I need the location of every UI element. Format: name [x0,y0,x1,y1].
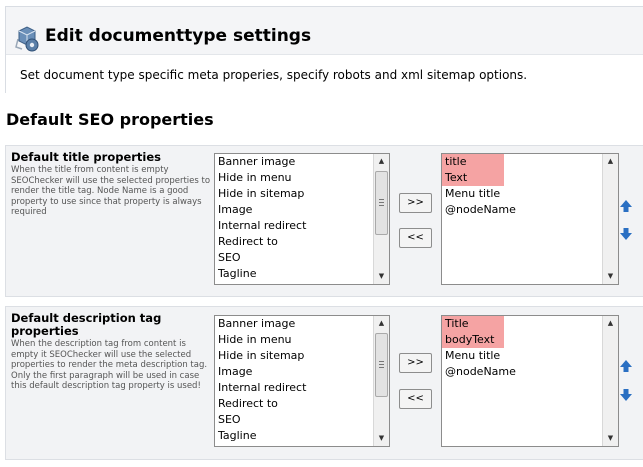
list-item[interactable]: Tagline [215,266,373,282]
list-item[interactable]: Redirect to [215,234,373,250]
list-item[interactable]: Internal redirect [215,218,373,234]
block-title: Default title properties [11,150,162,164]
scrollbar[interactable]: ▲ ▼ [602,154,618,284]
list-item[interactable]: Menu title [442,186,602,202]
page-header: Edit documenttype settings Set document … [5,6,643,93]
scrollbar[interactable]: ▲ ▼ [373,316,389,446]
scroll-down-icon[interactable]: ▼ [374,431,389,446]
list-item[interactable]: Hide in sitemap [215,186,373,202]
selected-properties-list[interactable]: title Text Menu title @nodeName ▲ ▼ [441,153,619,285]
block-title: Default description tag properties [11,311,162,338]
description-properties-block: Default description tag properties When … [5,306,643,460]
list-item[interactable]: Hide in sitemap [215,348,373,364]
list-item[interactable]: SEO [215,412,373,428]
list-item[interactable]: Image [215,364,373,380]
title-properties-block: Default title properties When the title … [5,145,643,297]
block-description: When the title from content is empty SEO… [11,165,211,217]
scrollbar[interactable]: ▲ ▼ [602,316,618,446]
page-title: Edit documenttype settings [45,26,312,46]
document-settings-icon [15,26,39,52]
list-item[interactable]: Internal redirect [215,380,373,396]
selected-properties-list[interactable]: Title bodyText Menu title @nodeName ▲ ▼ [441,315,619,447]
arrow-up-icon[interactable] [619,359,633,373]
list-item[interactable]: Hide in menu [215,332,373,348]
scroll-up-icon[interactable]: ▲ [603,154,618,169]
available-properties-list[interactable]: Banner image Hide in menu Hide in sitema… [214,315,390,447]
section-title: Default SEO properties [6,110,214,129]
available-properties-list[interactable]: Banner image Hide in menu Hide in sitema… [214,153,390,285]
list-item[interactable]: bodyText [442,332,504,348]
scroll-thumb[interactable] [375,171,388,235]
page-description: Set document type specific meta properie… [6,54,643,93]
list-item[interactable]: title [442,154,504,170]
list-item[interactable]: Banner image [215,154,373,170]
list-item[interactable]: Title [442,316,504,332]
scroll-down-icon[interactable]: ▼ [603,431,618,446]
list-item[interactable]: Text [442,170,504,186]
list-item[interactable]: Menu title [442,348,602,364]
scroll-down-icon[interactable]: ▼ [374,269,389,284]
arrow-down-icon[interactable] [619,227,633,241]
add-property-button[interactable]: >> [399,353,432,373]
scroll-up-icon[interactable]: ▲ [374,154,389,169]
scroll-up-icon[interactable]: ▲ [374,316,389,331]
list-item[interactable]: Hide in menu [215,170,373,186]
list-item[interactable]: @nodeName [442,202,602,218]
list-item[interactable]: Tagline [215,428,373,444]
list-item[interactable]: Image [215,202,373,218]
scroll-down-icon[interactable]: ▼ [603,269,618,284]
list-item[interactable]: Banner image [215,316,373,332]
scroll-up-icon[interactable]: ▲ [603,316,618,331]
scrollbar[interactable]: ▲ ▼ [373,154,389,284]
arrow-down-icon[interactable] [619,388,633,402]
remove-property-button[interactable]: << [399,228,432,248]
scroll-thumb[interactable] [375,333,388,397]
block-description: When the description tag from content is… [11,339,208,391]
list-item[interactable]: @nodeName [442,364,602,380]
remove-property-button[interactable]: << [399,389,432,409]
list-item[interactable]: Redirect to [215,396,373,412]
add-property-button[interactable]: >> [399,193,432,213]
list-item[interactable]: SEO [215,250,373,266]
arrow-up-icon[interactable] [619,199,633,213]
